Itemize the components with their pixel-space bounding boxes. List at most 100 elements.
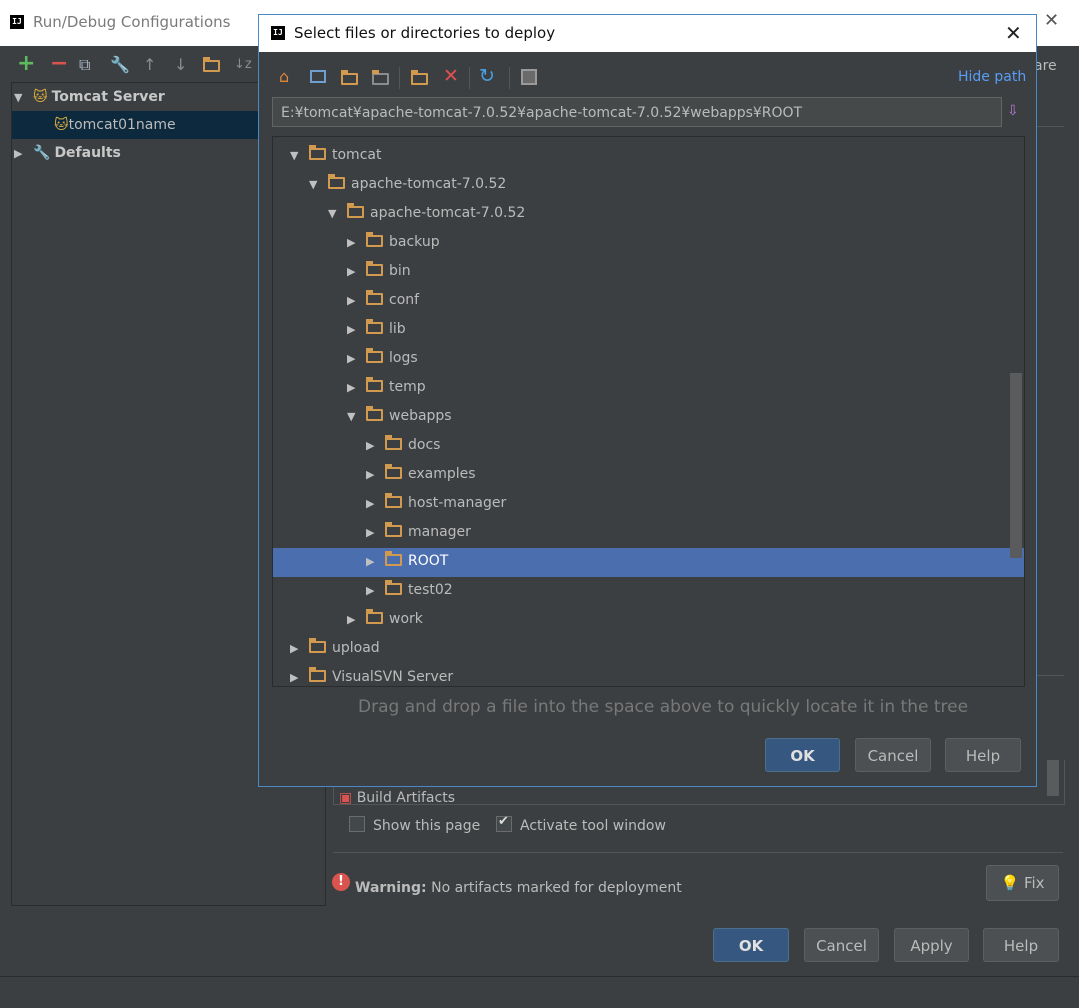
arrow-up-icon[interactable]: ↑: [143, 55, 156, 75]
path-input[interactable]: E:¥tomcat¥apache-tomcat-7.0.52¥apache-to…: [272, 97, 1002, 127]
tree-node[interactable]: ▼ apache-tomcat-7.0.52: [328, 199, 525, 228]
toolbar-separator: [399, 67, 400, 89]
new-folder-icon[interactable]: [411, 69, 434, 89]
folder-icon: [309, 667, 326, 682]
expand-arrow-icon[interactable]: ▶: [347, 344, 366, 373]
build-artifacts-label: Build Artifacts: [356, 790, 455, 806]
expand-arrow-icon[interactable]: ▶: [290, 634, 309, 663]
tree-node-label: logs: [389, 350, 418, 366]
scrollbar[interactable]: [1047, 760, 1059, 796]
tree-node[interactable]: ▶ bin: [347, 257, 411, 286]
tree-node[interactable]: ▶ upload: [290, 634, 380, 663]
hide-path-link[interactable]: Hide path: [958, 69, 1026, 85]
expand-arrow-icon[interactable]: ▶: [366, 518, 385, 547]
tree-node-label: apache-tomcat-7.0.52: [351, 176, 507, 192]
expand-arrow-icon[interactable]: ▶: [347, 257, 366, 286]
tree-node-label: lib: [389, 321, 406, 337]
expand-arrow-icon[interactable]: ▶: [347, 605, 366, 634]
tree-node[interactable]: ▶ docs: [366, 431, 440, 460]
tree-label: Defaults: [54, 145, 121, 161]
dialog-help-button[interactable]: Help: [945, 738, 1021, 772]
module-folder-icon[interactable]: [372, 69, 395, 89]
expand-arrow-icon[interactable]: ▶: [366, 431, 385, 460]
remove-icon[interactable]: −: [50, 53, 68, 75]
fix-button[interactable]: 💡 Fix: [986, 865, 1059, 901]
arrow-down-icon[interactable]: ↓: [174, 55, 187, 75]
folder-icon: [309, 638, 326, 653]
tree-node[interactable]: ▶ host-manager: [366, 489, 506, 518]
folder-icon[interactable]: [203, 56, 226, 76]
wrench-icon[interactable]: 🔧: [110, 55, 130, 75]
desktop-icon[interactable]: [310, 70, 326, 83]
tree-node[interactable]: ▶ work: [347, 605, 423, 634]
tree-node-label: temp: [389, 379, 426, 395]
show-this-page-checkbox[interactable]: Show this page: [349, 816, 480, 834]
tree-node[interactable]: ▶ ROOT: [366, 547, 448, 576]
project-folder-icon[interactable]: [341, 69, 364, 89]
copy-icon[interactable]: ⧉: [79, 55, 90, 75]
cancel-button[interactable]: Cancel: [804, 928, 879, 962]
expand-arrow-icon[interactable]: ▶: [366, 547, 385, 576]
tree-node[interactable]: ▶ conf: [347, 286, 419, 315]
tree-node[interactable]: ▶ temp: [347, 373, 426, 402]
show-hidden-icon[interactable]: [521, 69, 537, 85]
refresh-icon[interactable]: ↻: [479, 66, 495, 86]
folder-icon: [366, 261, 383, 276]
tree-node-label: ROOT: [408, 553, 449, 569]
checkbox-unchecked-icon[interactable]: [349, 816, 365, 832]
tree-node[interactable]: ▼ webapps: [347, 402, 452, 431]
expand-arrow-icon[interactable]: ▶: [14, 140, 33, 168]
delete-icon[interactable]: ✕: [443, 66, 459, 86]
dialog-ok-button[interactable]: OK: [765, 738, 840, 772]
tree-node-label: VisualSVN Server: [332, 669, 454, 685]
checkbox-label: Activate tool window: [520, 818, 666, 834]
close-icon[interactable]: ✕: [1005, 21, 1022, 45]
tree-node[interactable]: ▶ logs: [347, 344, 418, 373]
tree-node[interactable]: ▶ VisualSVN Server: [290, 663, 454, 686]
checkbox-checked-icon[interactable]: ✔: [496, 814, 512, 832]
collapse-arrow-icon[interactable]: ▼: [290, 141, 309, 170]
expand-arrow-icon[interactable]: ▶: [347, 228, 366, 257]
tree-node-label: test02: [408, 582, 453, 598]
tree-node[interactable]: ▼ tomcat: [290, 141, 381, 170]
history-dropdown-icon[interactable]: ⇩: [1007, 103, 1021, 121]
close-icon[interactable]: ✕: [1044, 10, 1059, 31]
tree-node[interactable]: ▶ backup: [347, 228, 440, 257]
expand-arrow-icon[interactable]: ▶: [366, 576, 385, 605]
expand-arrow-icon[interactable]: ▶: [347, 315, 366, 344]
folder-icon: [385, 493, 402, 508]
folder-icon: [366, 406, 383, 421]
collapse-arrow-icon[interactable]: ▼: [328, 199, 347, 228]
tree-node[interactable]: ▼ apache-tomcat-7.0.52: [309, 170, 506, 199]
help-button[interactable]: Help: [983, 928, 1059, 962]
expand-arrow-icon[interactable]: ▶: [347, 373, 366, 402]
window-title: Run/Debug Configurations: [33, 13, 231, 31]
warning-text: No artifacts marked for deployment: [431, 880, 682, 896]
sort-icon[interactable]: ↓z: [234, 55, 252, 75]
collapse-arrow-icon[interactable]: ▼: [309, 170, 328, 199]
folder-icon: [366, 377, 383, 392]
intellij-logo-icon: IJ: [271, 26, 285, 40]
expand-arrow-icon[interactable]: ▶: [366, 460, 385, 489]
tomcat-icon: 🐱: [33, 89, 48, 105]
folder-icon: [328, 174, 345, 189]
dialog-cancel-button[interactable]: Cancel: [855, 738, 931, 772]
build-artifacts-item[interactable]: ▣ Build Artifacts: [339, 790, 455, 806]
apply-button[interactable]: Apply: [894, 928, 969, 962]
activate-tool-window-checkbox[interactable]: ✔ Activate tool window: [496, 814, 666, 834]
add-icon[interactable]: +: [17, 53, 35, 75]
collapse-arrow-icon[interactable]: ▼: [14, 84, 33, 112]
tree-node[interactable]: ▶ examples: [366, 460, 476, 489]
expand-arrow-icon[interactable]: ▶: [290, 663, 309, 686]
collapse-arrow-icon[interactable]: ▼: [347, 402, 366, 431]
tree-node[interactable]: ▶ manager: [366, 518, 471, 547]
select-files-dialog: IJ Select files or directories to deploy…: [258, 14, 1037, 787]
ok-button[interactable]: OK: [713, 928, 789, 962]
tree-node-label: manager: [408, 524, 471, 540]
tree-node[interactable]: ▶ lib: [347, 315, 406, 344]
tree-node[interactable]: ▶ test02: [366, 576, 453, 605]
home-icon[interactable]: ⌂: [279, 67, 289, 87]
expand-arrow-icon[interactable]: ▶: [347, 286, 366, 315]
tree-scrollbar[interactable]: [1010, 373, 1022, 558]
expand-arrow-icon[interactable]: ▶: [366, 489, 385, 518]
